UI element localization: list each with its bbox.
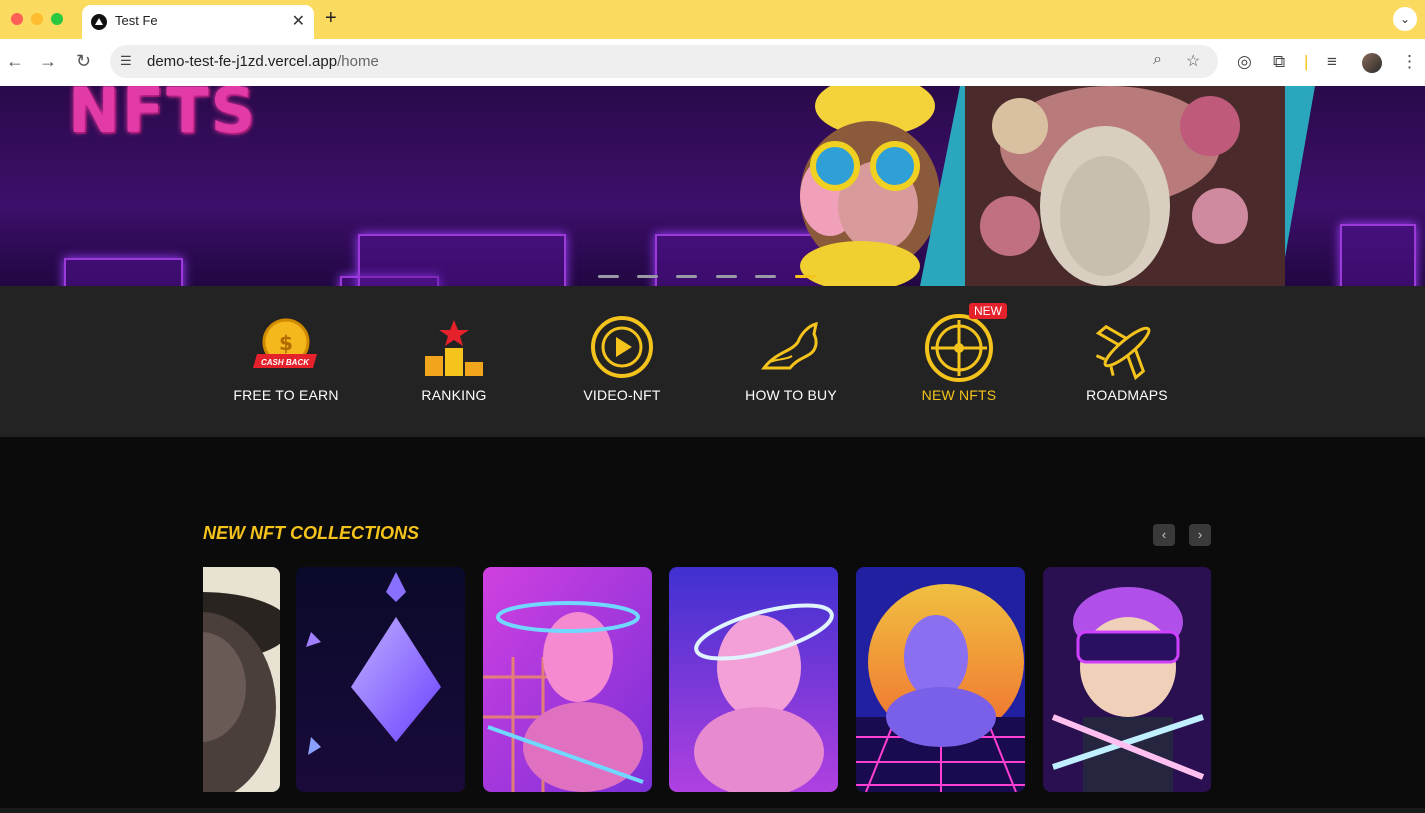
- category-roadmaps[interactable]: ROADMAPS: [1052, 312, 1202, 403]
- category-how-to-buy[interactable]: HOW TO BUY: [716, 312, 866, 403]
- hero-neon-block: [1340, 224, 1416, 286]
- maximize-window-icon[interactable]: [51, 13, 63, 25]
- hero-neon-block: [64, 258, 183, 286]
- close-window-icon[interactable]: [11, 13, 23, 25]
- prev-button[interactable]: ‹: [1153, 524, 1175, 546]
- extensions-icon[interactable]: ⧉: [1273, 52, 1285, 72]
- category-free-to-earn[interactable]: $ CASH BACK FREE TO EARN: [211, 312, 361, 403]
- url-path: /home: [337, 53, 379, 70]
- hero-title: NFTS: [68, 86, 258, 147]
- new-badge: NEW: [969, 303, 1007, 319]
- nft-collection-carousel: [203, 567, 1211, 792]
- browser-tab-bar: Test Fe ✕ + ⌄: [0, 0, 1425, 39]
- hero-neon-block: [358, 234, 566, 286]
- hooded-figure-image: [203, 567, 280, 792]
- category-label: NEW NFTS: [921, 387, 997, 403]
- cyber-boy-image: [1043, 567, 1211, 792]
- address-bar[interactable]: ☰ demo-test-fe-j1zd.vercel.app/home ⌕ ☆: [110, 45, 1218, 78]
- category-label: RANKING: [421, 387, 487, 403]
- category-video-nft[interactable]: VIDEO-NFT: [547, 312, 697, 403]
- forward-icon[interactable]: →: [39, 51, 57, 72]
- zoom-icon[interactable]: ⌕: [1153, 51, 1162, 69]
- next-button[interactable]: ›: [1189, 524, 1211, 546]
- airplane-icon: [1095, 324, 1151, 381]
- profile-avatar[interactable]: [1362, 53, 1382, 73]
- crystal-ethereum-image: [296, 567, 465, 792]
- category-label: VIDEO-NFT: [583, 387, 661, 403]
- reload-icon[interactable]: ↻: [76, 51, 91, 72]
- nft-card-hooded-figure[interactable]: [203, 567, 280, 792]
- statue-nft-art: [920, 86, 1315, 286]
- section-title: NEW NFT COLLECTIONS: [203, 523, 419, 543]
- divider-icon: |: [1304, 52, 1309, 71]
- category-ranking[interactable]: RANKING: [379, 312, 529, 403]
- vercel-favicon-icon: [91, 14, 107, 30]
- pink-statue-grid-image: [483, 567, 652, 792]
- carousel-dot[interactable]: [755, 275, 776, 278]
- page-bottom-divider: [0, 808, 1425, 813]
- nft-card-pink-statue[interactable]: [483, 567, 652, 792]
- back-icon[interactable]: ←: [6, 51, 24, 72]
- cash-back-coin-icon: $ CASH BACK: [253, 318, 317, 368]
- svg-text:CASH BACK: CASH BACK: [261, 358, 310, 367]
- hero-banner[interactable]: NFTS: [0, 86, 1425, 286]
- nft-card-crystal[interactable]: [296, 567, 465, 792]
- url-text[interactable]: demo-test-fe-j1zd.vercel.app/home: [147, 53, 379, 70]
- category-bar: $ CASH BACK FREE TO EARN RANKING VIDEO-N…: [0, 286, 1425, 437]
- category-label: ROADMAPS: [1086, 387, 1168, 403]
- podium-icon: [425, 320, 483, 376]
- browser-tab[interactable]: Test Fe ✕: [82, 5, 314, 39]
- nft-card-halo-statue[interactable]: [669, 567, 838, 792]
- play-circle-icon: [591, 316, 653, 378]
- horse-icon: [760, 321, 818, 370]
- compass-icon[interactable]: ◎: [1237, 52, 1252, 72]
- tab-search-icon[interactable]: ⌄: [1393, 7, 1417, 31]
- roulette-wheel-icon: [925, 314, 993, 382]
- carousel-dot-active[interactable]: [795, 275, 816, 278]
- carousel-dot[interactable]: [676, 275, 697, 278]
- media-icon[interactable]: ≡: [1327, 52, 1337, 72]
- nft-card-cyber-boy[interactable]: [1043, 567, 1211, 792]
- carousel-indicators: [598, 275, 828, 279]
- halo-statue-image: [669, 567, 838, 792]
- carousel-dot[interactable]: [598, 275, 619, 278]
- svg-text:$: $: [279, 331, 293, 355]
- carousel-dot[interactable]: [637, 275, 658, 278]
- synthwave-venus-image: [856, 567, 1025, 792]
- browser-toolbar: ← → ↻ ☰ demo-test-fe-j1zd.vercel.app/hom…: [0, 39, 1425, 87]
- category-label: HOW TO BUY: [745, 387, 837, 403]
- bookmark-star-icon[interactable]: ☆: [1186, 51, 1200, 71]
- menu-kebab-icon[interactable]: ⋮: [1401, 52, 1418, 72]
- tab-close-icon[interactable]: ✕: [292, 11, 305, 31]
- nft-card-synthwave-venus[interactable]: [856, 567, 1025, 792]
- carousel-dot[interactable]: [716, 275, 737, 278]
- site-info-icon[interactable]: ☰: [120, 53, 132, 69]
- url-host: demo-test-fe-j1zd.vercel.app: [147, 53, 338, 70]
- new-tab-icon[interactable]: +: [325, 7, 337, 30]
- tab-title: Test Fe: [115, 13, 158, 28]
- category-label: FREE TO EARN: [233, 387, 339, 403]
- category-new-nfts[interactable]: NEW NFTS: [884, 312, 1034, 403]
- minimize-window-icon[interactable]: [31, 13, 43, 25]
